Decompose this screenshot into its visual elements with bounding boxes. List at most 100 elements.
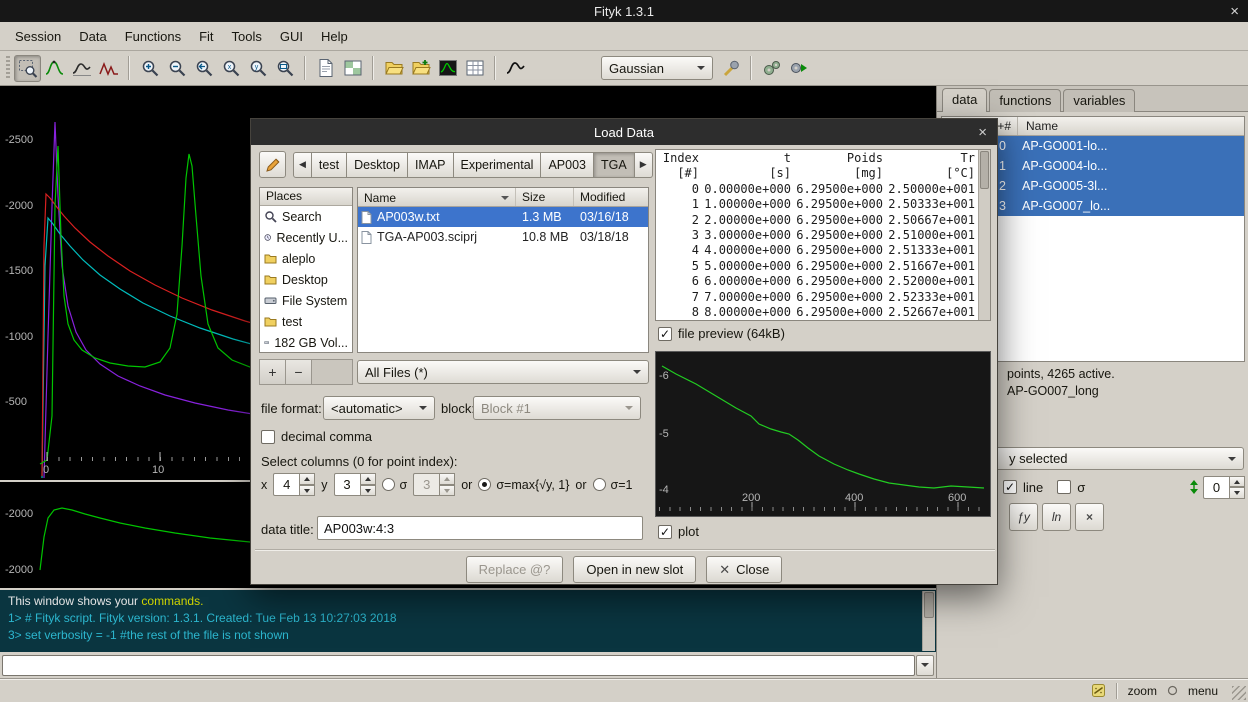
- menu-gui[interactable]: GUI: [271, 24, 312, 49]
- remove-bookmark-button[interactable]: −: [286, 360, 312, 384]
- tab-variables[interactable]: variables: [1063, 89, 1135, 112]
- path-forward-button[interactable]: ▶: [635, 152, 653, 178]
- place-search[interactable]: Search: [260, 206, 352, 227]
- edit-function-button[interactable]: [502, 55, 529, 82]
- add-bookmark-button[interactable]: +: [260, 360, 286, 384]
- sigma-one-radio[interactable]: σ=1: [593, 478, 633, 492]
- baseline-tool-button[interactable]: [95, 55, 122, 82]
- show-grid-button[interactable]: [339, 55, 366, 82]
- column-header-name[interactable]: Name: [358, 188, 516, 206]
- checkbox-box: [1003, 480, 1017, 494]
- tab-functions[interactable]: functions: [989, 89, 1061, 112]
- preview-scrollbar[interactable]: [978, 150, 990, 320]
- open-in-new-slot-button[interactable]: Open in new slot: [573, 556, 696, 583]
- menu-functions[interactable]: Functions: [116, 24, 190, 49]
- status-indicator-icon[interactable]: [1091, 683, 1106, 698]
- radio-label: σ=max{√y, 1}: [496, 478, 569, 492]
- zoom-all-button[interactable]: [271, 55, 298, 82]
- load-data-button[interactable]: [380, 55, 407, 82]
- function-type-combo[interactable]: Gaussian: [601, 56, 713, 80]
- preview-table-cell: t: [702, 150, 794, 165]
- breadcrumb-tga[interactable]: TGA: [594, 152, 635, 178]
- run-script-button[interactable]: [785, 55, 812, 82]
- window-close-button[interactable]: ×: [1230, 0, 1239, 22]
- block-combo[interactable]: Block #1: [473, 396, 641, 420]
- breadcrumb-experimental[interactable]: Experimental: [454, 152, 542, 178]
- column-header-modified[interactable]: Modified: [574, 188, 648, 206]
- block-value: Block #1: [481, 401, 531, 416]
- data-table-button[interactable]: [461, 55, 488, 82]
- decimal-comma-checkbox[interactable]: decimal comma: [261, 429, 372, 444]
- data-editor-button[interactable]: [434, 55, 461, 82]
- dialog-close-button[interactable]: ×: [978, 119, 987, 145]
- menu-fit[interactable]: Fit: [190, 24, 222, 49]
- normalize-data-button[interactable]: ln: [1042, 503, 1071, 531]
- tab-data[interactable]: data: [942, 88, 987, 112]
- input-history-button[interactable]: [916, 655, 934, 676]
- replace-button[interactable]: Replace @?: [466, 556, 564, 583]
- zoom-out-button[interactable]: [163, 55, 190, 82]
- close-button[interactable]: ✕ Close: [706, 556, 782, 583]
- statusbar-menu-label[interactable]: menu: [1188, 684, 1218, 698]
- column-header-name[interactable]: Name: [1018, 117, 1244, 135]
- sigma-checkbox[interactable]: σ: [1057, 480, 1085, 495]
- breadcrumb-test[interactable]: test: [312, 152, 347, 178]
- zoom-horizontal-button[interactable]: x: [217, 55, 244, 82]
- add-function-tool-button[interactable]: [68, 55, 95, 82]
- place-recently-used[interactable]: Recently U...: [260, 227, 352, 248]
- transform-data-button[interactable]: ƒy: [1009, 503, 1038, 531]
- place-desktop[interactable]: Desktop: [260, 269, 352, 290]
- menu-tools[interactable]: Tools: [223, 24, 271, 49]
- zoom-vertical-button[interactable]: y: [244, 55, 271, 82]
- breadcrumb-imap[interactable]: IMAP: [408, 152, 454, 178]
- spinner-buttons[interactable]: [361, 473, 376, 496]
- file-format-combo[interactable]: <automatic>: [323, 396, 435, 420]
- sigma-max-radio[interactable]: σ=max{√y, 1}: [478, 478, 569, 492]
- resize-grip[interactable]: [1232, 686, 1246, 700]
- path-back-button[interactable]: ◀: [293, 152, 312, 178]
- define-function-button[interactable]: [717, 55, 744, 82]
- place-file-system[interactable]: File System: [260, 290, 352, 311]
- y-column-spinner[interactable]: 3: [334, 473, 376, 496]
- sigma-column-radio[interactable]: σ: [382, 478, 408, 492]
- breadcrumb-ap003[interactable]: AP003: [541, 152, 594, 178]
- menu-session[interactable]: Session: [6, 24, 70, 49]
- file-row[interactable]: TGA-AP003.sciprj 10.8 MB 03/18/18: [358, 227, 648, 247]
- place-home[interactable]: aleplo: [260, 248, 352, 269]
- file-row[interactable]: AP003w.txt 1.3 MB 03/16/18: [358, 207, 648, 227]
- zoom-select-tool-button[interactable]: [14, 55, 41, 82]
- command-console[interactable]: This window shows your commands. 1> # Fi…: [0, 590, 936, 652]
- plot-checkbox[interactable]: plot: [658, 524, 699, 539]
- statusbar-zoom-label[interactable]: zoom: [1128, 684, 1157, 698]
- spinner-buttons[interactable]: [300, 473, 315, 496]
- command-input[interactable]: [2, 655, 915, 676]
- preview-table-cell: 6.29500e+000: [794, 305, 886, 320]
- place-test[interactable]: test: [260, 311, 352, 332]
- point-size-spinner[interactable]: 0: [1203, 476, 1245, 499]
- preview-table-cell: 6.29500e+000: [794, 212, 886, 227]
- type-location-button[interactable]: [259, 151, 286, 178]
- load-data-custom-button[interactable]: [407, 55, 434, 82]
- place-volume[interactable]: 182 GB Vol...: [260, 332, 352, 353]
- line-checkbox[interactable]: line: [1003, 480, 1043, 495]
- file-preview-checkbox[interactable]: file preview (64kB): [658, 326, 785, 341]
- data-title-input[interactable]: [317, 516, 643, 540]
- scrollbar-thumb[interactable]: [980, 151, 989, 189]
- column-header-size[interactable]: Size: [516, 188, 574, 206]
- console-scrollbar[interactable]: [922, 591, 935, 651]
- file-filter-combo[interactable]: All Files (*): [357, 360, 649, 384]
- sigma-column-spinner[interactable]: 3: [413, 473, 455, 496]
- spinner-buttons[interactable]: [1230, 476, 1245, 499]
- menu-help[interactable]: Help: [312, 24, 357, 49]
- menu-data[interactable]: Data: [70, 24, 115, 49]
- x-column-spinner[interactable]: 4: [273, 473, 315, 496]
- scrollbar-thumb[interactable]: [924, 592, 934, 618]
- zoom-previous-button[interactable]: [190, 55, 217, 82]
- add-peak-tool-button[interactable]: [41, 55, 68, 82]
- delete-dataset-button[interactable]: ×: [1075, 503, 1104, 531]
- log-window-button[interactable]: [312, 55, 339, 82]
- zoom-in-button[interactable]: [136, 55, 163, 82]
- settings-button[interactable]: [758, 55, 785, 82]
- breadcrumb-desktop[interactable]: Desktop: [347, 152, 408, 178]
- preview-table-cell: 2.00000e+000: [702, 212, 794, 227]
